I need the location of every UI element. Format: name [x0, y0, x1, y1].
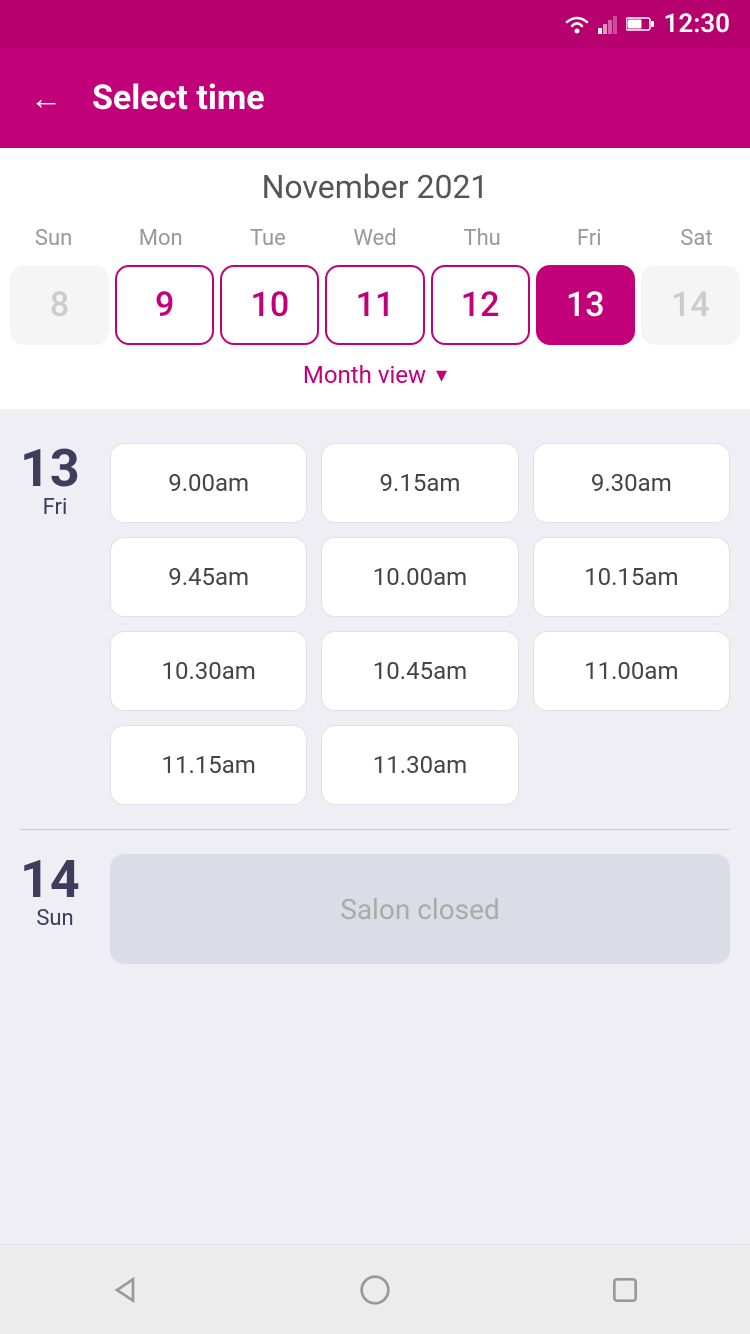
day-header-13: 13 Fri 9.00am 9.15am 9.30am 9.45am 10.00… [20, 443, 730, 805]
calendar-section: November 2021 Sun Mon Tue Wed Thu Fri Sa… [0, 148, 750, 409]
bottom-nav [0, 1244, 750, 1334]
day-label-14: 14 Sun [20, 854, 90, 931]
salon-closed-message: Salon closed [110, 854, 730, 964]
slot-10-00am[interactable]: 10.00am [321, 537, 518, 617]
page-title: Select time [92, 78, 265, 118]
month-view-label: Month view [303, 361, 426, 389]
battery-icon [626, 16, 654, 32]
signal-icon [598, 14, 618, 34]
day-9[interactable]: 9 [115, 265, 214, 345]
slot-9-15am[interactable]: 9.15am [321, 443, 518, 523]
slots-container: 13 Fri 9.00am 9.15am 9.30am 9.45am 10.00… [0, 409, 750, 1244]
back-triangle-icon [109, 1274, 141, 1306]
recents-nav-button[interactable] [595, 1260, 655, 1320]
day-header-14: 14 Sun Salon closed [20, 854, 730, 964]
status-time: 12:30 [664, 9, 731, 39]
recents-square-icon [609, 1274, 641, 1306]
day-section-13: 13 Fri 9.00am 9.15am 9.30am 9.45am 10.00… [0, 419, 750, 829]
weekday-tue: Tue [214, 222, 321, 255]
status-bar: 12:30 [0, 0, 750, 48]
weekday-sat: Sat [643, 222, 750, 255]
wifi-icon [564, 14, 590, 34]
day-13[interactable]: 13 [536, 265, 635, 345]
day-label-13: 13 Fri [20, 443, 90, 520]
chevron-down-icon: ▾ [436, 363, 447, 388]
calendar-days-row: 8 9 10 11 12 13 14 [0, 265, 750, 345]
home-nav-button[interactable] [345, 1260, 405, 1320]
weekday-mon: Mon [107, 222, 214, 255]
weekday-thu: Thu [429, 222, 536, 255]
weekday-fri: Fri [536, 222, 643, 255]
slot-11-00am[interactable]: 11.00am [533, 631, 730, 711]
day-10[interactable]: 10 [220, 265, 319, 345]
day-num-14: 14 [20, 854, 90, 906]
slots-grid-13: 9.00am 9.15am 9.30am 9.45am 10.00am 10.1… [110, 443, 730, 805]
day-section-14: 14 Sun Salon closed [0, 830, 750, 988]
month-view-toggle[interactable]: Month view ▾ [0, 345, 750, 399]
weekday-row: Sun Mon Tue Wed Thu Fri Sat [0, 222, 750, 255]
weekday-wed: Wed [321, 222, 428, 255]
slot-10-45am[interactable]: 10.45am [321, 631, 518, 711]
day-12[interactable]: 12 [431, 265, 530, 345]
status-icons [564, 14, 654, 34]
slot-10-15am[interactable]: 10.15am [533, 537, 730, 617]
back-button[interactable]: ← [30, 82, 62, 114]
day-11[interactable]: 11 [325, 265, 424, 345]
weekday-sun: Sun [0, 222, 107, 255]
slot-11-30am[interactable]: 11.30am [321, 725, 518, 805]
slot-9-45am[interactable]: 9.45am [110, 537, 307, 617]
back-nav-button[interactable] [95, 1260, 155, 1320]
slot-11-15am[interactable]: 11.15am [110, 725, 307, 805]
slot-9-30am[interactable]: 9.30am [533, 443, 730, 523]
day-14: 14 [641, 265, 740, 345]
home-circle-icon [359, 1274, 391, 1306]
slot-9-00am[interactable]: 9.00am [110, 443, 307, 523]
day-8: 8 [10, 265, 109, 345]
slot-10-30am[interactable]: 10.30am [110, 631, 307, 711]
day-num-13: 13 [20, 443, 90, 495]
calendar-month: November 2021 [0, 168, 750, 206]
app-header: ← Select time [0, 48, 750, 148]
